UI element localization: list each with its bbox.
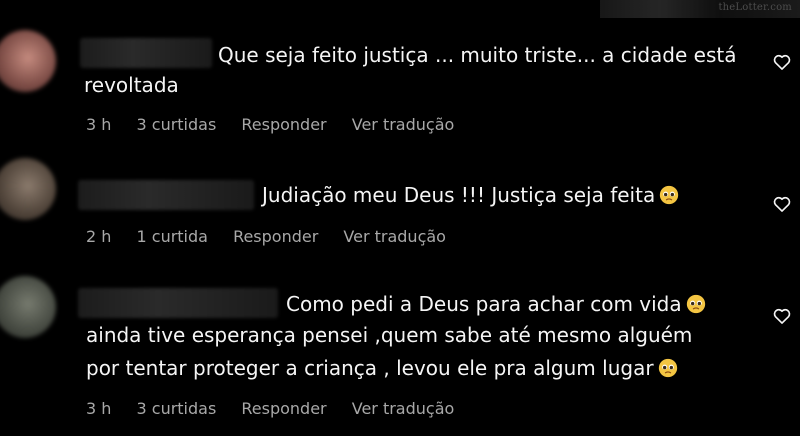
comment-text-line: ainda tive esperança pensei ,quem sabe a… [86,323,693,347]
pleading-face-icon [658,358,677,378]
username-redacted[interactable] [78,288,278,318]
comment-text: Judiação meu Deus !!! Justiça seja feita [262,183,656,207]
reply-button[interactable]: Responder [233,227,318,246]
comment-time: 3 h [86,399,112,418]
comment-meta: 3 h 3 curtidas Responder Ver tradução [86,399,474,418]
comment-time: 2 h [86,227,112,246]
avatar[interactable] [0,158,56,220]
comment-text-line: Que seja feito justiça ... muito triste.… [218,43,737,67]
comments-page: theLotter.com Que seja feito justiça ...… [0,0,800,436]
likes-count[interactable]: 3 curtidas [137,115,217,134]
heart-icon[interactable] [772,52,792,72]
see-translation-link[interactable]: Ver tradução [343,227,446,246]
watermark-text: theLotter.com [718,2,792,13]
heart-icon[interactable] [772,306,792,326]
comment-text-line: Judiação meu Deus !!! Justiça seja feita [262,178,679,212]
comment-meta: 2 h 1 curtida Responder Ver tradução [86,227,466,246]
avatar[interactable] [0,30,56,92]
pleading-face-icon [660,185,679,205]
see-translation-link[interactable]: Ver tradução [352,399,455,418]
username-redacted[interactable] [80,38,212,68]
avatar[interactable] [0,276,56,338]
see-translation-link[interactable]: Ver tradução [352,115,455,134]
likes-count[interactable]: 3 curtidas [137,399,217,418]
heart-icon[interactable] [772,194,792,214]
username-redacted[interactable] [78,180,254,210]
comment-text-line: Como pedi a Deus para achar com vida [286,287,706,321]
comment-text-line: revoltada [84,73,179,97]
comment-text: Como pedi a Deus para achar com vida [286,292,682,316]
watermark-strip: theLotter.com [600,0,800,18]
pleading-face-icon [686,294,705,314]
comment-meta: 3 h 3 curtidas Responder Ver tradução [86,115,474,134]
reply-button[interactable]: Responder [241,115,326,134]
comment-text: por tentar proteger a criança , levou el… [86,356,654,380]
comment-time: 3 h [86,115,112,134]
comment-text-line: por tentar proteger a criança , levou el… [86,351,678,385]
reply-button[interactable]: Responder [241,399,326,418]
likes-count[interactable]: 1 curtida [137,227,208,246]
